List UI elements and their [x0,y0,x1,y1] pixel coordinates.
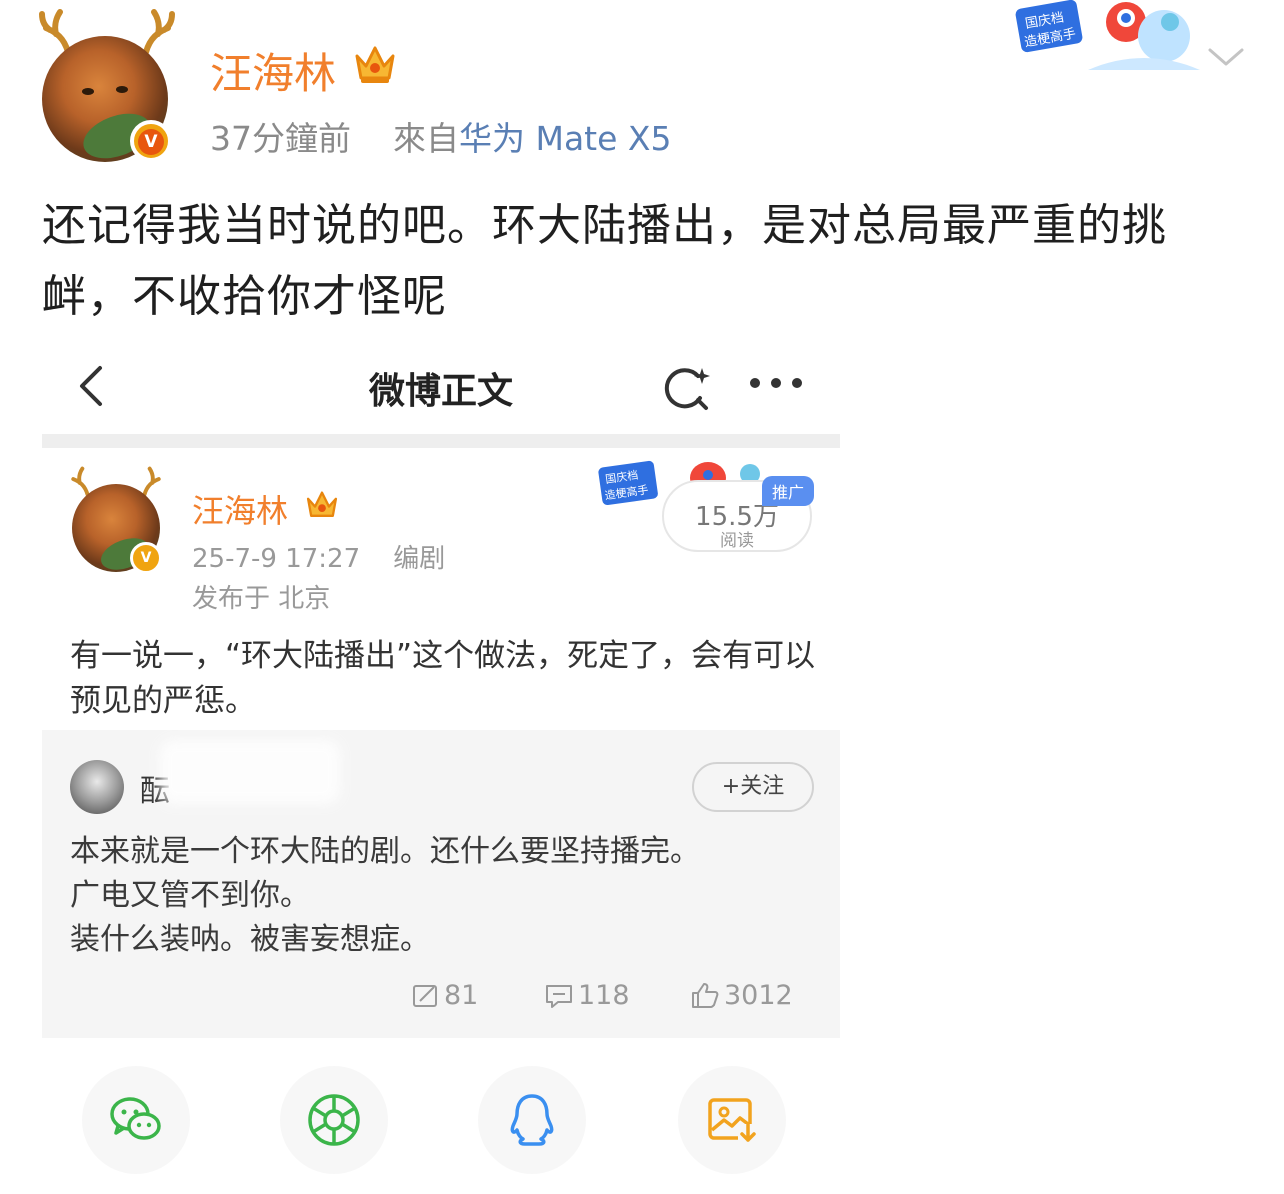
crown-icon [355,46,395,83]
verified-badge-icon: V [130,542,162,574]
author-name[interactable]: 汪海林 [210,40,336,101]
embedded-location: 发布于 北京 [192,584,331,614]
like-count: 3012 [724,980,793,1011]
redaction-blur [160,740,340,804]
repost-count: 81 [444,980,479,1011]
post-source-prefix: 來自 [392,119,459,158]
follow-button: +关注 [692,762,814,812]
comment-stat: 118 [544,976,630,1016]
embedded-post-meta: 25-7-9 17:27 编剧 [192,538,445,575]
more-icon [750,378,802,388]
embedded-nav-bar: 微博正文 [42,338,840,434]
repost-stat: 81 [412,976,478,1016]
repost-text-line: 广电又管不到你。 [70,878,310,913]
embedded-author-name: 汪海林 [192,492,289,530]
device-link[interactable]: 华为 Mate X5 [459,119,672,158]
embedded-screenshot[interactable]: 微博正文 V 汪海林 25-7-9 17:27 编剧 发布于 北京 国庆档 造梗… [42,338,840,1038]
embedded-post-text: 有一说一，“环大陆播出”这个做法，死定了，会有可以预见的严惩。 [70,638,816,719]
repost-text-line: 本来就是一个环大陆的剧。还什么要坚持播完。 [70,834,700,869]
divider [42,434,840,448]
comment-icon [546,985,572,1008]
embedded-post-date: 25-7-9 17:27 [192,544,361,574]
save-image-button[interactable] [678,1066,786,1174]
repost-text: 本来就是一个环大陆的剧。还什么要坚持播完。 广电又管不到你。 装什么装呐。被害妄… [70,830,810,962]
repost-text-line: 装什么装呐。被害妄想症。 [70,922,430,957]
share-qq-button[interactable] [478,1066,586,1174]
qq-icon [510,1094,554,1146]
moments-icon [308,1094,360,1146]
promo-tag: 推广 [761,476,814,506]
like-stat: 3012 [690,976,793,1016]
chevron-down-icon[interactable] [1206,44,1246,70]
repost-icon [413,985,437,1007]
comment-count: 118 [578,980,630,1011]
reads-badge: 15.5万 阅读 推广 [662,476,814,552]
wechat-icon [110,1097,161,1140]
avatar [70,760,124,814]
author-avatar-wrap[interactable]: V [38,8,178,163]
save-image-icon [708,1098,758,1144]
post-text: 还记得我当时说的吧。环大陆播出，是对总局最严重的挑衅，不收拾你才怪呢 [42,200,1167,322]
like-icon [692,983,719,1008]
post-time: 37分鐘前 [210,119,351,158]
share-wechat-button[interactable] [82,1066,190,1174]
embedded-nav-title: 微博正文 [368,371,513,412]
embedded-edit-label: 编剧 [393,544,446,574]
verified-badge-icon: V [130,120,172,162]
repost-card: 酝 +关注 本来就是一个环大陆的剧。还什么要坚持播完。 广电又管不到你。 装什么… [42,730,840,1038]
reads-label: 阅读 [720,531,754,551]
post-meta: 37分鐘前 來自华为 Mate X5 [210,112,672,160]
holiday-promo-icon[interactable]: 国庆档 造梗高手 [1014,0,1200,72]
crown-icon [306,491,338,517]
embedded-author-avatar-wrap: V [68,466,166,574]
share-moments-button[interactable] [280,1066,388,1174]
refresh-icon [664,368,710,410]
